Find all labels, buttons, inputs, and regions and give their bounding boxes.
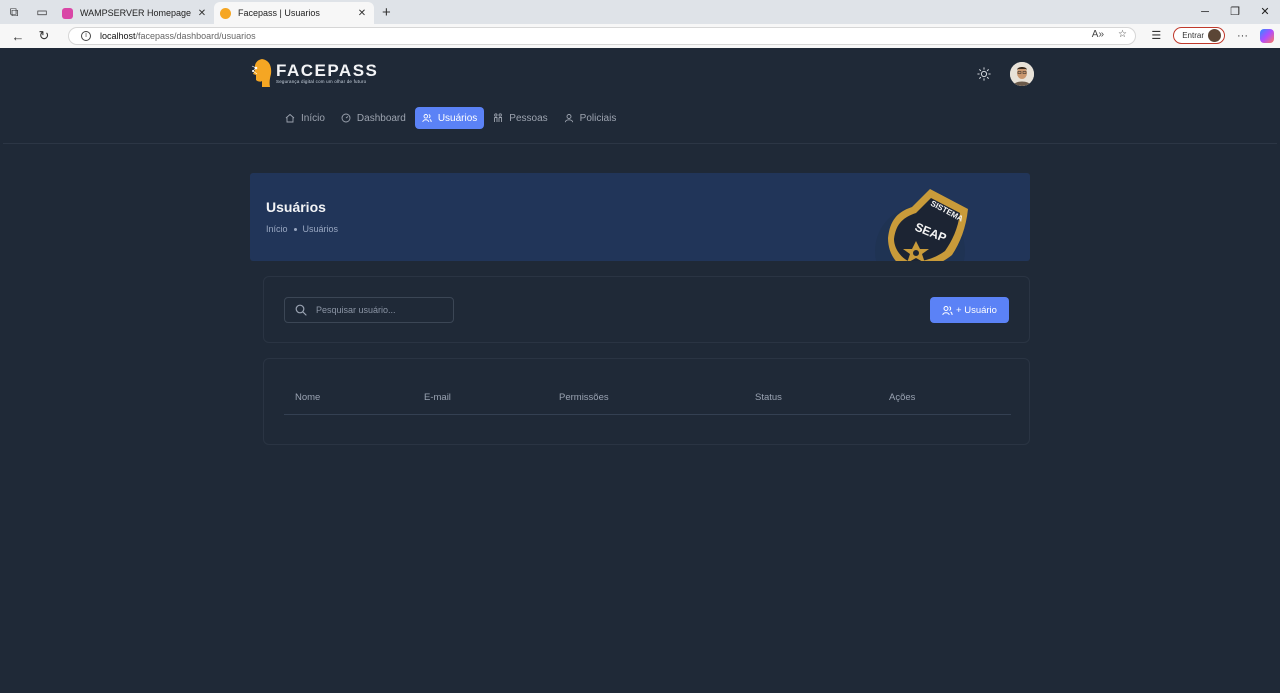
profile-avatar [1208,29,1221,42]
url-host: localhost [100,31,136,41]
signin-label: Entrar [1182,31,1204,40]
site-info-icon[interactable]: i [81,31,91,41]
people-icon [494,113,503,122]
browser-tab-facepass[interactable]: Facepass | Usuarios ✕ [214,2,374,24]
browser-addressbar: ← ↻ i localhost/facepass/dashboard/usuar… [0,24,1280,48]
search-icon [295,304,307,316]
reload-icon[interactable]: ↻ [31,28,57,44]
nav-label: Dashboard [356,112,406,124]
user-avatar[interactable] [1010,62,1034,86]
search-field[interactable] [284,297,454,323]
close-tab-icon[interactable]: ✕ [196,8,208,19]
column-header-permissoes[interactable]: Permissões [559,392,609,403]
page-banner: Usuários Início Usuários SISTEMA SEAP [250,173,1030,261]
more-icon[interactable]: ··· [1237,30,1248,42]
nav-item-pessoas[interactable]: Pessoas [486,107,554,129]
browser-tabbar: ⧉ ▭ WAMPSERVER Homepage ✕ Facepass | Usu… [0,0,1280,24]
officer-icon [564,114,573,123]
window-controls: ─ ❐ ✕ [1190,0,1280,24]
users-icon [942,305,953,315]
tab-title: WAMPSERVER Homepage [80,8,192,18]
breadcrumb-separator [293,227,297,231]
close-window-icon[interactable]: ✕ [1250,0,1280,24]
users-table-card: Nome E-mail Permissões Status Ações [263,358,1030,445]
app-page: FACEPASS Segurança digital com um olhar … [3,50,1277,691]
signin-button[interactable]: Entrar [1173,27,1225,44]
add-user-button[interactable]: + Usuário [930,297,1009,323]
search-card: + Usuário [263,276,1030,343]
back-icon[interactable]: ← [5,29,31,44]
nav-item-dashboard[interactable]: Dashboard [334,107,413,129]
tab-actions-icon[interactable]: ▭ [28,0,56,24]
main-nav: Início Dashboard Usuários Pessoas Polici… [278,107,625,129]
gauge-icon [341,113,351,123]
theme-toggle-sun-icon[interactable] [977,67,991,81]
nav-label: Policiais [579,112,617,124]
nav-item-usuarios[interactable]: Usuários [414,107,485,129]
nav-label: Pessoas [509,112,548,124]
home-icon [285,113,295,123]
search-input[interactable] [316,305,446,315]
app-header: FACEPASS Segurança digital com um olhar … [3,50,1277,144]
minimize-icon[interactable]: ─ [1190,0,1220,24]
close-tab-icon[interactable]: ✕ [356,8,368,19]
brand-name: FACEPASS [276,61,379,80]
nav-label: Início [301,112,325,124]
nav-item-inicio[interactable]: Início [278,107,332,129]
column-header-acoes: Ações [889,392,916,403]
face-logo-icon [251,59,272,87]
column-header-nome[interactable]: Nome [295,392,320,403]
copilot-icon[interactable] [1260,28,1274,43]
url-field[interactable]: i localhost/facepass/dashboard/usuarios … [68,27,1136,45]
table-header: Nome E-mail Permissões Status Ações [284,387,1011,415]
column-header-status[interactable]: Status [755,392,782,403]
new-tab-icon[interactable]: + [382,4,391,21]
breadcrumb-current: Usuários [302,224,339,234]
restore-icon[interactable]: ❐ [1220,0,1250,24]
page-title: Usuários [266,199,326,215]
nav-item-policiais[interactable]: Policiais [557,107,624,129]
nav-label: Usuários [437,112,478,124]
breadcrumb-home[interactable]: Início [266,224,288,234]
favorite-star-icon[interactable]: ☆ [1118,29,1127,40]
url-path: /facepass/dashboard/usuarios [135,31,256,41]
browser-tab-wampserver[interactable]: WAMPSERVER Homepage ✕ [56,2,214,24]
tab-title: Facepass | Usuarios [238,8,320,18]
read-aloud-icon[interactable]: A» [1092,29,1104,40]
seap-badge-icon: SISTEMA SEAP [875,189,968,261]
wampserver-favicon-icon [62,7,73,19]
workspaces-icon[interactable]: ⧉ [0,0,28,24]
facepass-logo[interactable]: FACEPASS Segurança digital com um olhar … [250,58,378,88]
column-header-email[interactable]: E-mail [424,392,451,403]
breadcrumb: Início Usuários [266,224,338,234]
brand-tagline: Segurança digital com um olhar de futuro [276,79,367,84]
add-user-label: + Usuário [956,304,997,316]
favorites-icon[interactable]: ☰ [1151,29,1161,42]
users-icon [422,114,432,123]
facepass-favicon-icon [220,7,231,19]
user-photo-icon [1010,62,1034,86]
